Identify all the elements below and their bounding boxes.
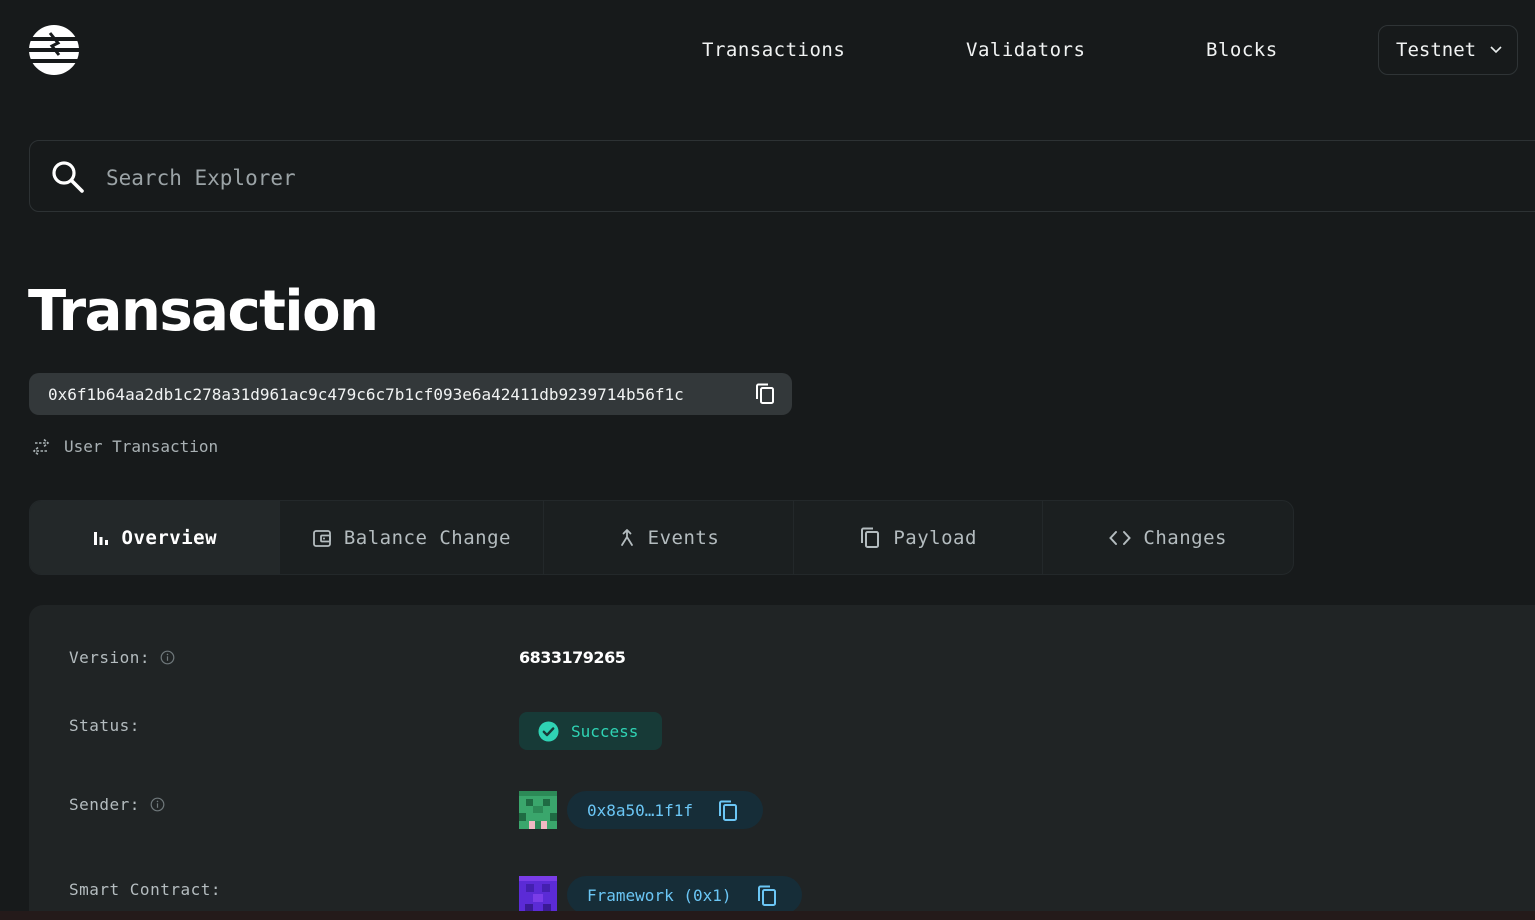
search-input[interactable] [104, 159, 1408, 197]
tab-payload-label: Payload [893, 526, 977, 549]
sender-avatar [519, 791, 557, 829]
tab-overview-label: Overview [121, 526, 218, 549]
copy-icon [861, 527, 880, 548]
smart-contract-row-label: Smart Contract: [69, 880, 221, 899]
code-icon [1109, 530, 1132, 545]
version-value: 6833179265 [519, 648, 626, 667]
nav-transactions[interactable]: Transactions [702, 38, 845, 62]
page-title: Transaction [28, 279, 379, 344]
search-bar[interactable] [29, 140, 1535, 212]
info-icon[interactable] [160, 650, 175, 665]
tab-changes[interactable]: Changes [1043, 501, 1293, 574]
tab-balance-change-label: Balance Change [343, 526, 511, 549]
aptos-logo-icon[interactable] [28, 24, 80, 76]
transaction-details-card: Version: 6833179265 Status: Success Send… [29, 605, 1535, 920]
sender-label: Sender: [69, 795, 140, 814]
status-label: Status: [69, 716, 140, 735]
smart-contract-label: Smart Contract: [69, 880, 221, 899]
taskbar-strip [0, 911, 1535, 920]
chevron-down-icon [1490, 46, 1502, 54]
nav-validators[interactable]: Validators [966, 38, 1085, 62]
search-icon [52, 161, 84, 193]
transaction-hash-value: 0x6f1b64aa2db1c278a31d961ac9c479c6c7b1cf… [48, 384, 684, 404]
network-selector[interactable]: Testnet [1378, 25, 1518, 75]
tab-changes-label: Changes [1143, 526, 1227, 549]
copy-icon[interactable] [717, 799, 739, 823]
version-label: Version: [69, 648, 151, 667]
contract-avatar [519, 876, 557, 914]
nav-blocks[interactable]: Blocks [1206, 38, 1278, 62]
status-row-label: Status: [69, 716, 140, 735]
sender-row-label: Sender: [69, 795, 165, 814]
transaction-type: User Transaction [31, 437, 218, 456]
transfer-arrows-icon [32, 438, 50, 455]
info-icon[interactable] [150, 797, 165, 812]
copy-icon[interactable] [754, 382, 776, 406]
transaction-hash: 0x6f1b64aa2db1c278a31d961ac9c479c6c7b1cf… [29, 373, 792, 415]
tab-events[interactable]: Events [544, 501, 794, 574]
wallet-icon [312, 529, 331, 547]
sender-address-value: 0x8a50…1f1f [587, 800, 693, 820]
copy-icon[interactable] [756, 884, 778, 908]
status-badge: Success [519, 712, 662, 750]
bar-chart-icon [93, 531, 108, 545]
tab-bar: Overview Balance Change Events Payload C… [29, 500, 1294, 575]
version-row-label: Version: [69, 648, 175, 667]
network-label: Testnet [1396, 39, 1477, 61]
smart-contract-value: Framework (0x1) [587, 885, 732, 905]
check-circle-icon [538, 721, 559, 741]
tab-overview[interactable]: Overview [30, 501, 280, 574]
sender-address[interactable]: 0x8a50…1f1f [567, 791, 763, 829]
tab-balance-change[interactable]: Balance Change [280, 501, 545, 574]
merge-icon [620, 528, 633, 546]
smart-contract-address[interactable]: Framework (0x1) [567, 876, 802, 914]
tab-payload[interactable]: Payload [794, 501, 1044, 574]
tab-events-label: Events [647, 526, 720, 549]
status-value: Success [571, 721, 639, 741]
transaction-type-label: User Transaction [64, 437, 219, 456]
